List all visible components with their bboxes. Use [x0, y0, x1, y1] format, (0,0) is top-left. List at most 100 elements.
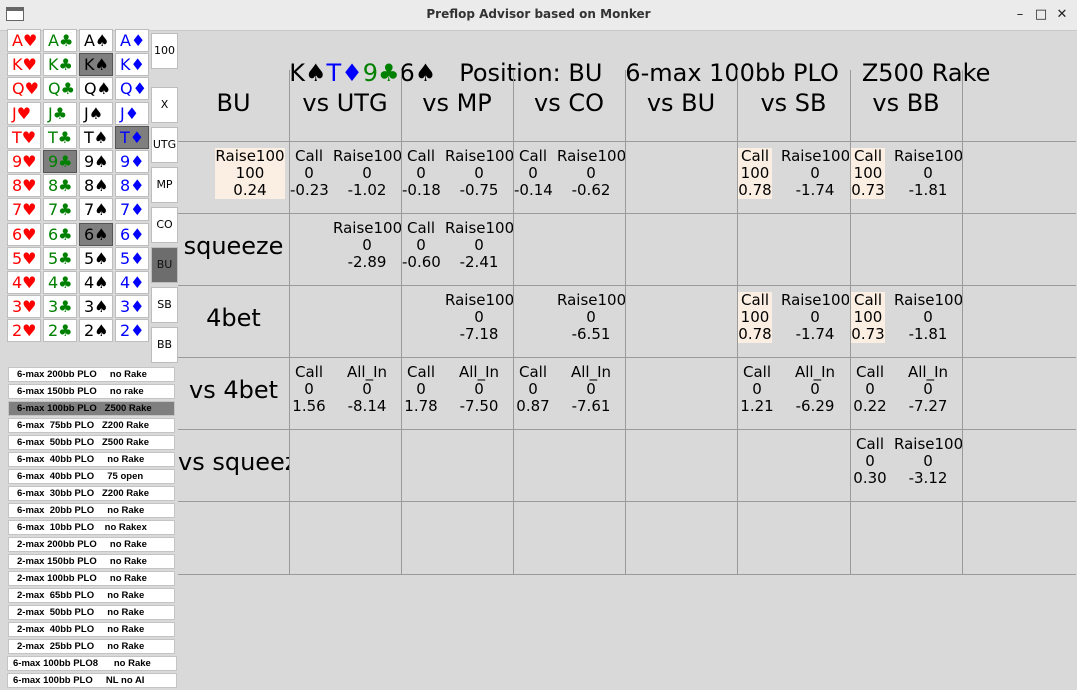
- card-7-hearts[interactable]: 7♥: [7, 198, 41, 222]
- card-6-diamonds[interactable]: 6♦: [115, 222, 149, 246]
- card-9-diamonds[interactable]: 9♦: [115, 150, 149, 173]
- config-option[interactable]: 6-max 50bb PLO Z500 Rake: [8, 435, 175, 450]
- card-7-spades[interactable]: 7♠: [79, 198, 113, 222]
- card-J-spades[interactable]: J♠: [79, 101, 113, 125]
- card-T-spades[interactable]: T♠: [79, 125, 113, 149]
- card-A-clubs[interactable]: A♣: [43, 29, 77, 52]
- strategy-table: BU vs UTG vs MP vs CO vs BU vs SB vs BB Raise10…: [178, 70, 1076, 575]
- action-frequency: 0: [474, 164, 484, 182]
- position-button-bb[interactable]: BB: [151, 327, 178, 363]
- card-T-hearts[interactable]: T♥: [7, 125, 41, 149]
- position-button-100[interactable]: 100: [151, 33, 178, 69]
- config-option[interactable]: 6-max 200bb PLO no Rake: [8, 367, 175, 382]
- position-button-mp[interactable]: MP: [151, 167, 178, 203]
- card-J-hearts[interactable]: J♥: [7, 101, 41, 125]
- maximize-button[interactable]: □: [1030, 4, 1052, 26]
- config-option[interactable]: 2-max 50bb PLO no Rake: [8, 605, 175, 620]
- card-2-hearts[interactable]: 2♥: [7, 319, 41, 343]
- card-4-diamonds[interactable]: 4♦: [115, 271, 149, 294]
- position-button-bu[interactable]: BU: [151, 247, 178, 283]
- card-8-diamonds[interactable]: 8♦: [115, 174, 149, 198]
- action-frequency: 100: [235, 164, 265, 182]
- card-5-diamonds[interactable]: 5♦: [115, 246, 149, 270]
- position-button-x[interactable]: X: [151, 87, 178, 123]
- card-K-hearts[interactable]: K♥: [7, 53, 41, 77]
- action-ev: 0.22: [853, 397, 887, 415]
- card-8-clubs[interactable]: 8♣: [43, 174, 77, 198]
- action-frequency: 0: [923, 308, 933, 326]
- action-ev: 0.24: [233, 181, 267, 199]
- card-4-spades[interactable]: 4♠: [79, 271, 113, 294]
- card-9-hearts[interactable]: 9♥: [7, 150, 41, 173]
- card-6-spades[interactable]: 6♠: [79, 222, 113, 246]
- card-6-hearts[interactable]: 6♥: [7, 222, 41, 246]
- close-button[interactable]: ✕: [1051, 4, 1073, 26]
- position-button-sb[interactable]: SB: [151, 287, 178, 323]
- card-Q-hearts[interactable]: Q♥: [7, 77, 41, 101]
- config-option[interactable]: 2-max 65bb PLO no Rake: [8, 588, 175, 603]
- config-option[interactable]: 2-max 40bb PLO no Rake: [8, 622, 175, 637]
- card-2-clubs[interactable]: 2♣: [43, 319, 77, 343]
- action-ev: -0.23: [290, 181, 328, 199]
- title-bar: Preflop Advisor based on Monker – □ ✕: [0, 0, 1077, 31]
- card-8-hearts[interactable]: 8♥: [7, 174, 41, 198]
- config-option[interactable]: 2-max 200bb PLO no Rake: [8, 537, 175, 552]
- card-2-diamonds[interactable]: 2♦: [115, 319, 149, 343]
- card-4-hearts[interactable]: 4♥: [7, 271, 41, 294]
- config-option[interactable]: 6-max 75bb PLO Z200 Rake: [8, 418, 175, 433]
- card-8-spades[interactable]: 8♠: [79, 174, 113, 198]
- action-cell: All_In 0 -7.50: [445, 364, 513, 415]
- grid-column-divider: [962, 70, 963, 574]
- column-header: BU: [216, 89, 251, 117]
- action-name: Call: [406, 364, 435, 381]
- card-7-clubs[interactable]: 7♣: [43, 198, 77, 222]
- card-3-diamonds[interactable]: 3♦: [115, 295, 149, 319]
- config-option[interactable]: 6-max 10bb PLO no Rakex: [8, 520, 175, 535]
- card-5-clubs[interactable]: 5♣: [43, 246, 77, 270]
- card-A-diamonds[interactable]: A♦: [115, 29, 149, 52]
- action-name: All_In: [907, 364, 949, 381]
- card-T-clubs[interactable]: T♣: [43, 125, 77, 149]
- card-3-clubs[interactable]: 3♣: [43, 295, 77, 319]
- config-option[interactable]: 6-max 100bb PLO Z500 Rake: [8, 401, 175, 416]
- card-Q-spades[interactable]: Q♠: [79, 77, 113, 101]
- config-option[interactable]: 6-max 20bb PLO no Rake: [8, 503, 175, 518]
- config-option[interactable]: 6-max 150bb PLO no rake: [8, 384, 175, 399]
- card-9-clubs[interactable]: 9♣: [43, 150, 77, 173]
- position-button-co[interactable]: CO: [151, 207, 178, 243]
- card-2-spades[interactable]: 2♠: [79, 319, 113, 343]
- minimize-button[interactable]: –: [1009, 4, 1031, 26]
- card-K-clubs[interactable]: K♣: [43, 53, 77, 77]
- card-4-clubs[interactable]: 4♣: [43, 271, 77, 294]
- config-option[interactable]: 6-max 40bb PLO no Rake: [8, 452, 175, 467]
- card-5-spades[interactable]: 5♠: [79, 246, 113, 270]
- action-cell: Call 0 0.22: [851, 364, 889, 415]
- card-6-clubs[interactable]: 6♣: [43, 222, 77, 246]
- card-3-hearts[interactable]: 3♥: [7, 295, 41, 319]
- card-5-hearts[interactable]: 5♥: [7, 246, 41, 270]
- position-button-utg[interactable]: UTG: [151, 127, 178, 163]
- card-T-diamonds[interactable]: T♦: [115, 125, 149, 149]
- card-K-diamonds[interactable]: K♦: [115, 53, 149, 77]
- config-option[interactable]: 2-max 100bb PLO no Rake: [8, 571, 175, 586]
- card-K-spades[interactable]: K♠: [79, 53, 113, 77]
- action-cell: Raise100 0 -7.18: [445, 292, 513, 343]
- card-9-spades[interactable]: 9♠: [79, 150, 113, 173]
- action-ev: 1.21: [740, 397, 774, 415]
- card-7-diamonds[interactable]: 7♦: [115, 198, 149, 222]
- card-3-spades[interactable]: 3♠: [79, 295, 113, 319]
- card-J-clubs[interactable]: J♣: [43, 101, 77, 125]
- config-option[interactable]: 2-max 25bb PLO no Rake: [8, 639, 175, 654]
- action-ev: 0.87: [516, 397, 550, 415]
- card-J-diamonds[interactable]: J♦: [115, 101, 149, 125]
- config-option[interactable]: 6-max 40bb PLO 75 open: [8, 469, 175, 484]
- config-option[interactable]: 2-max 150bb PLO no Rake: [8, 554, 175, 569]
- card-Q-diamonds[interactable]: Q♦: [115, 77, 149, 101]
- config-option[interactable]: 6-max 100bb PLO8 no Rake: [7, 656, 177, 671]
- column-header: vs UTG: [302, 89, 388, 117]
- card-Q-clubs[interactable]: Q♣: [43, 77, 77, 101]
- card-A-spades[interactable]: A♠: [79, 29, 113, 52]
- card-A-hearts[interactable]: A♥: [7, 29, 41, 52]
- config-option[interactable]: 6-max 30bb PLO Z200 Rake: [8, 486, 175, 501]
- config-option[interactable]: 6-max 100bb PLO NL no AI: [7, 673, 177, 688]
